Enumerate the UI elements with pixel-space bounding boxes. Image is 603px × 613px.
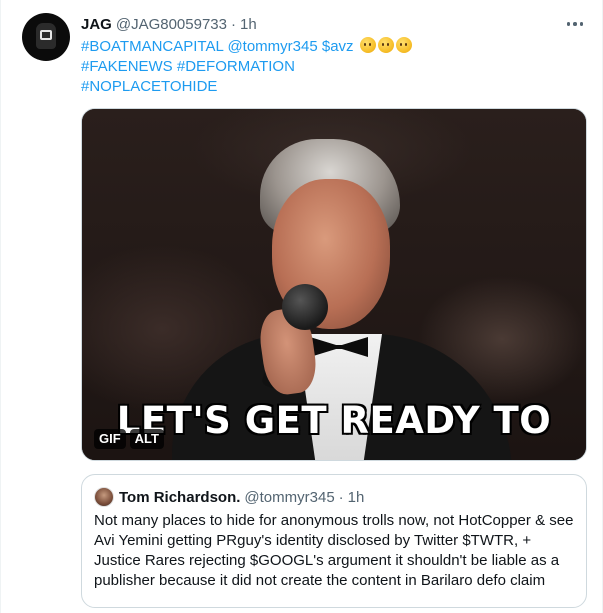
quoted-tweet-text: Not many places to hide for anonymous tr…	[94, 512, 574, 589]
hashtag-fakenews[interactable]: #FAKENEWS	[81, 58, 173, 75]
media-badges: GIF ALT	[94, 429, 164, 449]
quoted-tweet-timestamp: 1h	[347, 488, 365, 506]
more-options-icon[interactable]	[563, 14, 587, 34]
tweet-timestamp[interactable]: 1h	[240, 16, 257, 33]
microphone-icon	[282, 284, 328, 330]
quoted-author-handle: @tommyr345	[244, 488, 335, 506]
thinking-face-icon	[359, 37, 376, 53]
quoted-author-avatar	[94, 487, 114, 507]
tweet-card[interactable]: JAG @JAG80059733 · 1h #BOATMANCAPITAL @t…	[0, 0, 603, 613]
author-avatar[interactable]	[22, 13, 70, 61]
hashtag-noplacetohide[interactable]: #NOPLACETOHIDE	[81, 78, 217, 95]
tweet-text: #BOATMANCAPITAL @tommyr345 $avz #FAKENEW…	[81, 37, 581, 97]
mention-tommyr345[interactable]: @tommyr345	[227, 38, 317, 55]
gif-media[interactable]: LET'S GET READY TO GIF ALT	[81, 108, 587, 461]
header-separator: ·	[230, 15, 236, 33]
author-handle[interactable]: @JAG80059733	[116, 16, 227, 33]
hashtag-deformation[interactable]: #DEFORMATION	[177, 58, 295, 75]
quoted-header-separator: ·	[338, 488, 344, 506]
avatar-emblem	[40, 30, 52, 40]
tweet-header: JAG @JAG80059733 · 1h	[81, 14, 257, 34]
quoted-tweet[interactable]: Tom Richardson. @tommyr345 · 1h Not many…	[81, 474, 587, 608]
gif-badge[interactable]: GIF	[94, 429, 126, 449]
quoted-tweet-header: Tom Richardson. @tommyr345 · 1h	[94, 487, 574, 507]
cashtag-avz[interactable]: $avz	[322, 38, 354, 55]
quoted-author-name: Tom Richardson.	[119, 488, 241, 506]
thinking-face-icon	[395, 37, 412, 53]
hashtag-boatmancapital[interactable]: #BOATMANCAPITAL	[81, 38, 223, 55]
author-name[interactable]: JAG	[81, 16, 112, 33]
alt-badge[interactable]: ALT	[129, 429, 164, 449]
thinking-face-icon	[377, 37, 394, 53]
